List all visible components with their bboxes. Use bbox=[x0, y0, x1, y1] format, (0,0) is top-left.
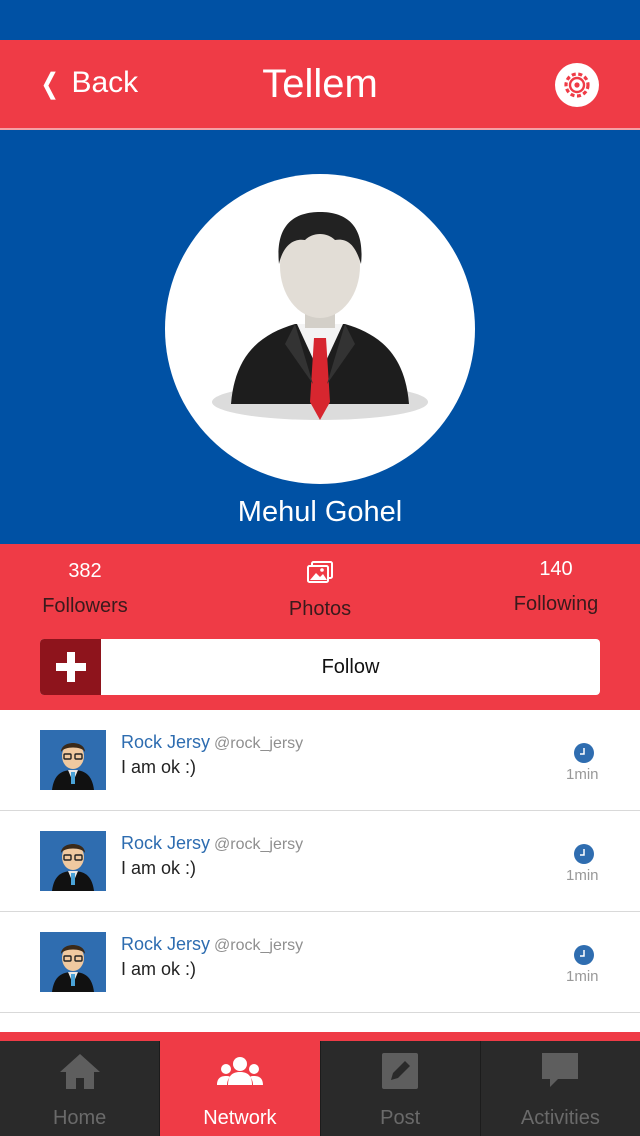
home-icon bbox=[59, 1054, 100, 1089]
activity-feed: Rock Jersy @rock_jersy I am ok :) 1min Ro… bbox=[0, 710, 640, 1013]
feed-timestamp: 1min bbox=[566, 968, 599, 985]
following-label: Following bbox=[513, 593, 599, 615]
feed-timestamp: 1min bbox=[566, 867, 599, 884]
tab-network[interactable]: Network bbox=[160, 1041, 321, 1136]
user-avatar[interactable] bbox=[40, 831, 106, 891]
feed-user-name[interactable]: Rock Jersy bbox=[121, 732, 210, 752]
status-bar bbox=[0, 0, 640, 40]
feed-user-handle[interactable]: @rock_jersy bbox=[214, 735, 303, 752]
page-title: Tellem bbox=[262, 62, 378, 106]
feed-message: I am ok :) bbox=[121, 959, 197, 979]
feed-item[interactable]: Rock Jersy @rock_jersy I am ok :) 1min bbox=[0, 912, 640, 1013]
tab-activities-label: Activities bbox=[520, 1107, 600, 1129]
gear-icon bbox=[564, 72, 590, 98]
profile-stats: 382 Followers Photos 140 Following Follo… bbox=[0, 544, 640, 710]
settings-button[interactable] bbox=[555, 63, 599, 107]
user-avatar-icon bbox=[52, 743, 94, 790]
clock-icon bbox=[574, 743, 594, 763]
divider bbox=[0, 1032, 640, 1041]
following-count: 140 bbox=[539, 558, 573, 580]
tab-activities[interactable]: Activities bbox=[481, 1041, 640, 1136]
tab-network-label: Network bbox=[203, 1107, 277, 1129]
feed-item[interactable]: Rock Jersy @rock_jersy I am ok :) 1min bbox=[0, 811, 640, 912]
photos-label: Photos bbox=[288, 598, 352, 620]
chat-icon bbox=[542, 1053, 579, 1087]
follow-label: Follow bbox=[321, 656, 380, 678]
photos-icon bbox=[307, 561, 333, 583]
photos-stat[interactable]: Photos bbox=[270, 560, 370, 621]
clock-icon bbox=[574, 844, 594, 864]
user-avatar[interactable] bbox=[40, 730, 106, 790]
feed-item[interactable]: Rock Jersy @rock_jersy I am ok :) 1min bbox=[0, 710, 640, 811]
tab-post-label: Post bbox=[380, 1107, 421, 1129]
users-icon bbox=[216, 1057, 263, 1085]
edit-icon bbox=[382, 1053, 419, 1089]
tab-home-label: Home bbox=[52, 1107, 107, 1129]
feed-message: I am ok :) bbox=[121, 858, 197, 878]
tab-bar: Home Network Post Activities bbox=[0, 1041, 640, 1136]
clock-icon bbox=[574, 945, 594, 965]
followers-count: 382 bbox=[68, 560, 102, 582]
avatar[interactable] bbox=[165, 174, 475, 484]
businessman-avatar-icon bbox=[212, 212, 428, 420]
profile-header: Mehul Gohel bbox=[0, 130, 640, 544]
user-avatar-icon bbox=[52, 945, 94, 992]
followers-label: Followers bbox=[42, 595, 128, 617]
follow-button[interactable]: Follow bbox=[40, 639, 600, 695]
feed-timestamp: 1min bbox=[566, 766, 599, 783]
feed-user-handle[interactable]: @rock_jersy bbox=[214, 836, 303, 853]
plus-icon bbox=[40, 639, 101, 695]
user-avatar[interactable] bbox=[40, 932, 106, 992]
feed-user-handle[interactable]: @rock_jersy bbox=[214, 937, 303, 954]
feed-message: I am ok :) bbox=[121, 757, 197, 777]
followers-stat[interactable]: 382 Followers bbox=[30, 560, 140, 618]
feed-user-name[interactable]: Rock Jersy bbox=[121, 833, 210, 853]
feed-user-name[interactable]: Rock Jersy bbox=[121, 934, 210, 954]
user-avatar-icon bbox=[52, 844, 94, 891]
navigation-bar: ❮ Back Tellem bbox=[0, 40, 640, 130]
following-stat[interactable]: 140 Following bbox=[500, 558, 612, 616]
profile-name: Mehul Gohel bbox=[237, 496, 403, 528]
tab-home[interactable]: Home bbox=[0, 1041, 161, 1136]
tab-post[interactable]: Post bbox=[321, 1041, 481, 1136]
